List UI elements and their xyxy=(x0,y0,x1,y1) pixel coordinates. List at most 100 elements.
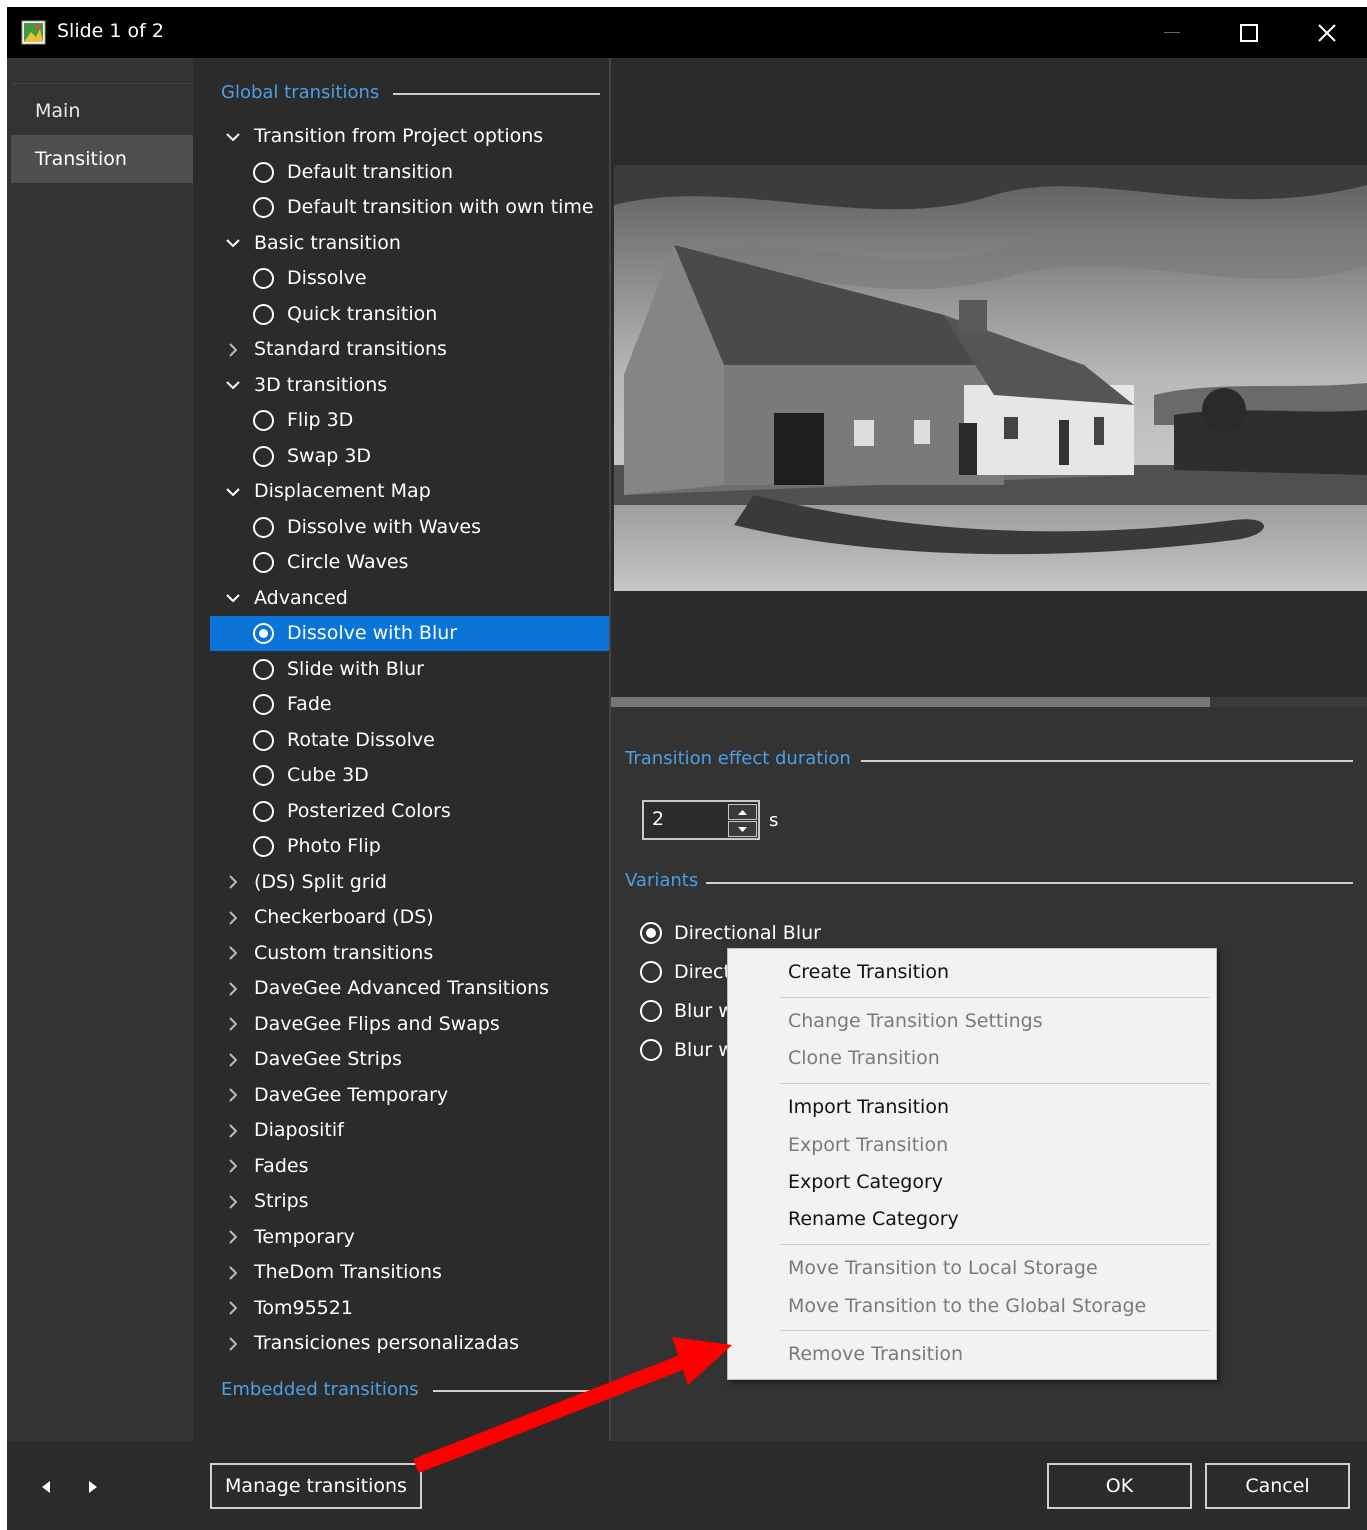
chevron-down-icon[interactable] xyxy=(224,474,242,509)
tree-category[interactable]: DaveGee Temporary xyxy=(210,1078,609,1113)
tree-category[interactable]: DaveGee Strips xyxy=(210,1042,609,1077)
radio-icon[interactable] xyxy=(253,800,274,822)
radio-icon[interactable] xyxy=(253,694,274,715)
duration-increase-button[interactable] xyxy=(728,804,757,820)
tree-item[interactable]: Dissolve with Blur xyxy=(210,616,609,651)
chevron-down-icon[interactable] xyxy=(224,226,242,261)
duration-stepper[interactable]: 2 xyxy=(642,800,760,840)
radio-checked-icon[interactable] xyxy=(640,922,662,944)
chevron-right-icon[interactable] xyxy=(224,936,242,971)
duration-value[interactable]: 2 xyxy=(652,808,664,830)
radio-icon[interactable] xyxy=(253,445,274,467)
tree-item[interactable]: Default transition with own time xyxy=(210,190,609,225)
tree-category[interactable]: Diapositif xyxy=(210,1113,609,1148)
minimize-button[interactable] xyxy=(1137,7,1207,58)
chevron-right-icon[interactable] xyxy=(224,1255,242,1290)
tree-category[interactable]: Fades xyxy=(210,1149,609,1184)
tree-item[interactable]: Swap 3D xyxy=(210,439,609,474)
chevron-right-icon[interactable] xyxy=(224,1291,242,1326)
radio-icon[interactable] xyxy=(640,1039,662,1061)
radio-icon[interactable] xyxy=(253,410,274,431)
chevron-right-icon[interactable] xyxy=(224,332,242,367)
radio-icon[interactable] xyxy=(253,765,274,786)
nav-item-main[interactable]: Main xyxy=(11,87,193,135)
close-button[interactable] xyxy=(1292,7,1362,58)
tree-category[interactable]: Standard transitions xyxy=(210,332,609,367)
tree-item[interactable]: Flip 3D xyxy=(210,403,609,438)
duration-decrease-button[interactable] xyxy=(728,821,757,837)
radio-icon[interactable] xyxy=(640,961,662,983)
radio-icon[interactable] xyxy=(253,268,274,289)
tree-item[interactable]: Fade xyxy=(210,687,609,722)
tree-category[interactable]: Transiciones personalizadas xyxy=(210,1326,609,1361)
radio-icon[interactable] xyxy=(253,516,274,538)
tree-category[interactable]: Basic transition xyxy=(210,226,609,261)
tree-category[interactable]: Checkerboard (DS) xyxy=(210,900,609,935)
tree-item[interactable]: Posterized Colors xyxy=(210,794,609,829)
tree-category[interactable]: Transition from Project options xyxy=(210,119,609,154)
next-slide-button[interactable] xyxy=(83,1477,103,1497)
menu-item-change-transition-settings[interactable]: Change Transition Settings xyxy=(788,1010,1208,1032)
maximize-button[interactable] xyxy=(1214,7,1284,58)
chevron-right-icon[interactable] xyxy=(224,1007,242,1042)
tree-category[interactable]: Displacement Map xyxy=(210,474,609,509)
ok-button[interactable]: OK xyxy=(1047,1463,1192,1509)
chevron-right-icon[interactable] xyxy=(224,971,242,1006)
radio-icon[interactable] xyxy=(253,836,274,857)
menu-item-move-to-global-storage[interactable]: Move Transition to the Global Storage xyxy=(788,1295,1208,1317)
tree-category[interactable]: TheDom Transitions xyxy=(210,1255,609,1290)
radio-icon[interactable] xyxy=(253,197,274,218)
chevron-right-icon[interactable] xyxy=(224,865,242,900)
tree-item[interactable]: Photo Flip xyxy=(210,829,609,864)
tree-category[interactable]: 3D transitions xyxy=(210,368,609,403)
menu-item-rename-category[interactable]: Rename Category xyxy=(788,1208,1208,1230)
radio-icon[interactable] xyxy=(253,729,274,751)
tree-item[interactable]: Cube 3D xyxy=(210,758,609,793)
chevron-right-icon[interactable] xyxy=(224,1078,242,1113)
tree-item[interactable]: Dissolve with Waves xyxy=(210,510,609,545)
chevron-down-icon[interactable] xyxy=(224,119,242,154)
tree-category[interactable]: DaveGee Advanced Transitions xyxy=(210,971,609,1006)
menu-item-export-transition[interactable]: Export Transition xyxy=(788,1134,1208,1156)
radio-checked-icon[interactable] xyxy=(253,623,274,644)
menu-item-import-transition[interactable]: Import Transition xyxy=(788,1096,1208,1118)
preview-scrollbar-thumb[interactable] xyxy=(611,697,1210,707)
nav-item-transition[interactable]: Transition xyxy=(11,135,193,183)
radio-icon[interactable] xyxy=(253,303,274,325)
manage-transitions-button[interactable]: Manage transitions xyxy=(210,1463,422,1509)
chevron-right-icon[interactable] xyxy=(224,900,242,935)
variant-option[interactable]: Directional Blur xyxy=(640,918,1120,948)
chevron-right-icon[interactable] xyxy=(224,1113,242,1148)
chevron-right-icon[interactable] xyxy=(224,1042,242,1077)
chevron-down-icon[interactable] xyxy=(224,368,242,403)
menu-item-clone-transition[interactable]: Clone Transition xyxy=(788,1047,1208,1069)
tree-category[interactable]: Custom transitions xyxy=(210,936,609,971)
tree-category[interactable]: DaveGee Flips and Swaps xyxy=(210,1007,609,1042)
chevron-right-icon[interactable] xyxy=(224,1326,242,1361)
tree-category[interactable]: (DS) Split grid xyxy=(210,865,609,900)
radio-icon[interactable] xyxy=(253,161,274,183)
tree-item[interactable]: Rotate Dissolve xyxy=(210,723,609,758)
chevron-down-icon[interactable] xyxy=(224,581,242,616)
menu-item-move-to-local-storage[interactable]: Move Transition to Local Storage xyxy=(788,1257,1208,1279)
previous-slide-button[interactable] xyxy=(36,1477,56,1497)
tree-category[interactable]: Advanced xyxy=(210,581,609,616)
chevron-right-icon[interactable] xyxy=(224,1220,242,1255)
radio-icon[interactable] xyxy=(640,1000,662,1022)
menu-item-create-transition[interactable]: Create Transition xyxy=(788,961,1208,983)
radio-icon[interactable] xyxy=(253,552,274,573)
chevron-right-icon[interactable] xyxy=(224,1184,242,1219)
tree-item[interactable]: Quick transition xyxy=(210,297,609,332)
tree-item[interactable]: Circle Waves xyxy=(210,545,609,580)
radio-icon[interactable] xyxy=(253,658,274,680)
tree-item[interactable]: Default transition xyxy=(210,155,609,190)
tree-category[interactable]: Tom95521 xyxy=(210,1291,609,1326)
tree-category[interactable]: Temporary xyxy=(210,1220,609,1255)
chevron-right-icon[interactable] xyxy=(224,1149,242,1184)
tree-category[interactable]: Strips xyxy=(210,1184,609,1219)
cancel-button[interactable]: Cancel xyxy=(1205,1463,1350,1509)
menu-item-remove-transition[interactable]: Remove Transition xyxy=(788,1343,1208,1365)
tree-item[interactable]: Slide with Blur xyxy=(210,652,609,687)
tree-item[interactable]: Dissolve xyxy=(210,261,609,296)
menu-item-export-category[interactable]: Export Category xyxy=(788,1171,1208,1193)
